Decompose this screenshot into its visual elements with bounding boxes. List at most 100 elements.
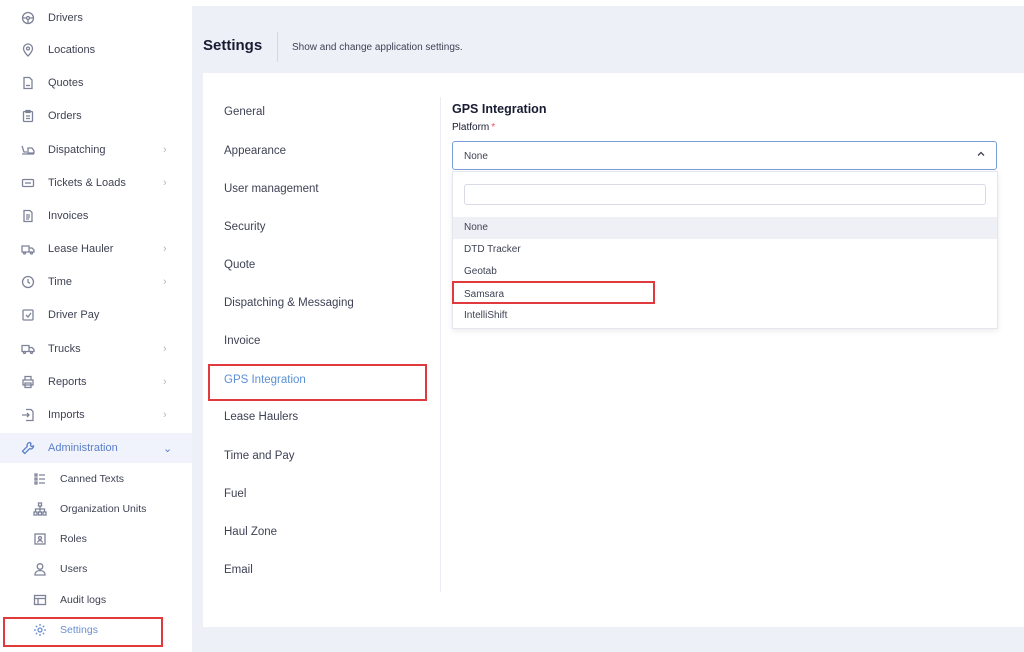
platform-select[interactable]: None: [452, 141, 997, 170]
sidebar-item-label: Trucks: [48, 343, 81, 355]
ticket-icon: [20, 175, 36, 191]
sidebar-subitem-audit-logs[interactable]: Audit logs: [0, 585, 192, 615]
truck-icon: [20, 241, 36, 257]
tab-time-and-pay[interactable]: Time and Pay: [224, 450, 295, 462]
sidebar-item-label: Time: [48, 276, 73, 288]
wrench-icon: [20, 440, 36, 456]
option-label: None: [464, 222, 488, 233]
platform-select-value: None: [464, 151, 488, 162]
clock-icon: [20, 274, 36, 290]
sidebar-subitem-organization-units[interactable]: Organization Units: [0, 494, 192, 524]
sidebar-item-label: Driver Pay: [48, 309, 100, 321]
tab-email[interactable]: Email: [224, 564, 253, 576]
steering-wheel-icon: [20, 10, 36, 26]
tab-haul-zone[interactable]: Haul Zone: [224, 526, 277, 538]
id-badge-icon: [32, 531, 48, 547]
sidebar-item-label: Roles: [60, 533, 87, 545]
option-geotab[interactable]: Geotab: [453, 261, 997, 283]
tab-security[interactable]: Security: [224, 221, 266, 233]
top-bar: [192, 0, 1024, 6]
option-label: DTD Tracker: [464, 244, 521, 255]
user-icon: [32, 561, 48, 577]
gear-icon: [32, 622, 48, 638]
sidebar-item-tickets-loads[interactable]: Tickets & Loads ›: [0, 168, 192, 198]
sidebar-item-label: Administration: [48, 442, 118, 454]
sidebar-item-dispatching[interactable]: Dispatching ›: [0, 135, 192, 165]
chevron-right-icon: ›: [163, 376, 167, 388]
chevron-right-icon: ›: [163, 409, 167, 421]
sidebar-item-label: Lease Hauler: [48, 243, 114, 255]
import-icon: [20, 407, 36, 423]
page-subtitle: Show and change application settings.: [292, 42, 463, 53]
option-label: Samsara: [464, 289, 505, 300]
option-intellishift[interactable]: IntelliShift: [453, 305, 997, 327]
trucks-icon: [20, 341, 36, 357]
section-title: GPS Integration: [452, 102, 547, 116]
chevron-right-icon: ›: [163, 243, 167, 255]
option-none[interactable]: None: [453, 217, 997, 239]
sidebar-item-label: Locations: [48, 44, 96, 56]
sidebar-item-driver-pay[interactable]: Driver Pay: [0, 300, 192, 330]
tab-dispatching-messaging[interactable]: Dispatching & Messaging: [224, 297, 354, 309]
sidebar-item-label: Invoices: [48, 210, 89, 222]
sidebar: Drivers Locations Quotes Orders Dispatch…: [0, 0, 192, 652]
sidebar-subitem-settings[interactable]: Settings: [0, 615, 192, 645]
chevron-right-icon: ›: [163, 343, 167, 355]
sidebar-subitem-roles[interactable]: Roles: [0, 524, 192, 554]
clipboard-icon: [20, 108, 36, 124]
sidebar-subitem-canned-texts[interactable]: Canned Texts: [0, 464, 192, 494]
tab-user-management[interactable]: User management: [224, 183, 319, 195]
sidebar-item-label: Quotes: [48, 77, 84, 89]
sidebar-item-time[interactable]: Time ›: [0, 267, 192, 297]
sidebar-item-label: Canned Texts: [60, 473, 125, 485]
map-pin-icon: [20, 42, 36, 58]
tab-lease-haulers[interactable]: Lease Haulers: [224, 411, 298, 423]
chevron-up-icon: [976, 149, 986, 162]
sidebar-item-label: Drivers: [48, 12, 83, 24]
dropdown-search-input[interactable]: [464, 184, 986, 205]
tab-quote[interactable]: Quote: [224, 259, 255, 271]
sidebar-item-label: Reports: [48, 376, 87, 388]
printer-icon: [20, 374, 36, 390]
sidebar-item-label: Tickets & Loads: [48, 177, 126, 189]
required-mark: *: [491, 122, 496, 133]
page-title: Settings: [203, 37, 263, 54]
list-icon: [32, 471, 48, 487]
sidebar-item-orders[interactable]: Orders: [0, 101, 192, 131]
chevron-right-icon: ›: [163, 177, 167, 189]
sidebar-item-label: Dispatching: [48, 144, 106, 156]
platform-label-text: Platform: [452, 122, 490, 133]
sidebar-item-locations[interactable]: Locations: [0, 35, 192, 65]
table-icon: [32, 592, 48, 608]
org-chart-icon: [32, 501, 48, 517]
tab-fuel[interactable]: Fuel: [224, 488, 246, 500]
sidebar-item-label: Orders: [48, 110, 82, 122]
sidebar-item-drivers[interactable]: Drivers: [0, 3, 192, 33]
sidebar-item-label: Settings: [60, 624, 98, 636]
chevron-right-icon: ›: [163, 276, 167, 288]
tab-invoice[interactable]: Invoice: [224, 335, 260, 347]
platform-label: Platform *: [452, 122, 495, 133]
tab-gps-integration[interactable]: GPS Integration: [224, 374, 306, 386]
sidebar-item-reports[interactable]: Reports ›: [0, 367, 192, 397]
option-dtd-tracker[interactable]: DTD Tracker: [453, 239, 997, 261]
tab-appearance[interactable]: Appearance: [224, 145, 286, 157]
dispatch-icon: [20, 142, 36, 158]
invoice-icon: [20, 208, 36, 224]
option-samsara[interactable]: Samsara: [453, 284, 997, 306]
header-divider: [277, 32, 278, 62]
option-label: IntelliShift: [464, 310, 508, 321]
tab-general[interactable]: General: [224, 106, 265, 118]
sidebar-item-trucks[interactable]: Trucks ›: [0, 334, 192, 364]
sidebar-item-imports[interactable]: Imports ›: [0, 400, 192, 430]
sidebar-item-label: Audit logs: [60, 594, 107, 606]
document-icon: [20, 75, 36, 91]
pay-icon: [20, 307, 36, 323]
sidebar-item-lease-hauler[interactable]: Lease Hauler ›: [0, 234, 192, 264]
chevron-right-icon: ›: [163, 144, 167, 156]
sidebar-subitem-users[interactable]: Users: [0, 554, 192, 584]
sidebar-item-administration[interactable]: Administration ⌄: [0, 433, 192, 463]
sidebar-item-invoices[interactable]: Invoices: [0, 201, 192, 231]
sidebar-item-quotes[interactable]: Quotes: [0, 68, 192, 98]
tabs-divider: [440, 97, 441, 592]
